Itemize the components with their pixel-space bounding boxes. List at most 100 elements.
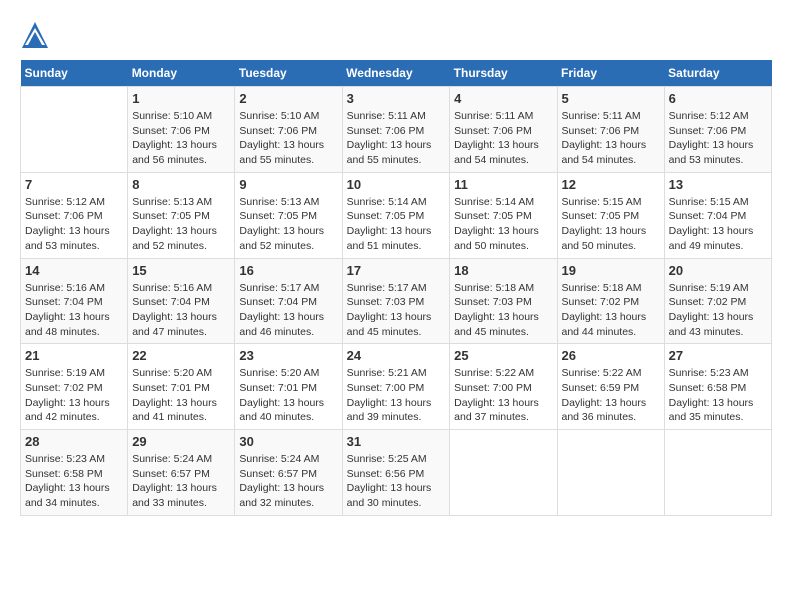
day-info: Sunrise: 5:10 AM Sunset: 7:06 PM Dayligh… — [132, 109, 230, 168]
calendar-cell: 13Sunrise: 5:15 AM Sunset: 7:04 PM Dayli… — [664, 172, 771, 258]
day-number: 26 — [562, 348, 660, 363]
day-info: Sunrise: 5:19 AM Sunset: 7:02 PM Dayligh… — [25, 366, 123, 425]
calendar-cell: 2 Sunrise: 5:10 AM Sunset: 7:06 PM Daylig… — [235, 87, 342, 173]
day-number: 8 — [132, 177, 230, 192]
day-number: 1 — [132, 91, 230, 106]
day-number: 15 — [132, 263, 230, 278]
calendar-table: SundayMondayTuesdayWednesdayThursdayFrid… — [20, 60, 772, 516]
calendar-cell: 19 Sunrise: 5:18 AM Sunset: 7:02 PM Dayli… — [557, 258, 664, 344]
day-of-week-wednesday: Wednesday — [342, 60, 450, 87]
day-info: Sunrise: 5:11 AM Sunset: 7:06 PM Dayligh… — [454, 109, 552, 168]
calendar-cell: 20 Sunrise: 5:19 AM Sunset: 7:02 PM Dayli… — [664, 258, 771, 344]
day-info: Sunrise: 5:14 AM Sunset: 7:05 PM Dayligh… — [454, 195, 552, 254]
calendar-cell: 30Sunrise: 5:24 AM Sunset: 6:57 PM Dayli… — [235, 430, 342, 516]
calendar-cell — [21, 87, 128, 173]
day-number: 2 — [239, 91, 337, 106]
calendar-cell: 3 Sunrise: 5:11 AM Sunset: 7:06 PM Daylig… — [342, 87, 450, 173]
day-number: 28 — [25, 434, 123, 449]
day-number: 18 — [454, 263, 552, 278]
calendar-cell: 29Sunrise: 5:24 AM Sunset: 6:57 PM Dayli… — [128, 430, 235, 516]
calendar-cell: 15 Sunrise: 5:16 AM Sunset: 7:04 PM Dayli… — [128, 258, 235, 344]
day-number: 13 — [669, 177, 767, 192]
day-info: Sunrise: 5:20 AM Sunset: 7:01 PM Dayligh… — [132, 366, 230, 425]
calendar-cell: 23 Sunrise: 5:20 AM Sunset: 7:01 PM Dayli… — [235, 344, 342, 430]
day-number: 24 — [347, 348, 446, 363]
day-info: Sunrise: 5:16 AM Sunset: 7:04 PM Dayligh… — [25, 281, 123, 340]
calendar-cell — [450, 430, 557, 516]
day-info: Sunrise: 5:21 AM Sunset: 7:00 PM Dayligh… — [347, 366, 446, 425]
day-number: 12 — [562, 177, 660, 192]
page-header — [20, 20, 772, 50]
day-number: 17 — [347, 263, 446, 278]
day-number: 21 — [25, 348, 123, 363]
day-info: Sunrise: 5:14 AM Sunset: 7:05 PM Dayligh… — [347, 195, 446, 254]
day-info: Sunrise: 5:15 AM Sunset: 7:05 PM Dayligh… — [562, 195, 660, 254]
day-of-week-saturday: Saturday — [664, 60, 771, 87]
calendar-cell: 27Sunrise: 5:23 AM Sunset: 6:58 PM Dayli… — [664, 344, 771, 430]
day-info: Sunrise: 5:22 AM Sunset: 7:00 PM Dayligh… — [454, 366, 552, 425]
day-info: Sunrise: 5:19 AM Sunset: 7:02 PM Dayligh… — [669, 281, 767, 340]
calendar-cell: 31 Sunrise: 5:25 AM Sunset: 6:56 PM Dayli… — [342, 430, 450, 516]
day-of-week-friday: Friday — [557, 60, 664, 87]
day-info: Sunrise: 5:18 AM Sunset: 7:02 PM Dayligh… — [562, 281, 660, 340]
day-number: 20 — [669, 263, 767, 278]
day-number: 29 — [132, 434, 230, 449]
day-number: 22 — [132, 348, 230, 363]
calendar-cell: 25 Sunrise: 5:22 AM Sunset: 7:00 PM Dayli… — [450, 344, 557, 430]
day-number: 14 — [25, 263, 123, 278]
calendar-cell: 1 Sunrise: 5:10 AM Sunset: 7:06 PM Daylig… — [128, 87, 235, 173]
calendar-cell: 7Sunrise: 5:12 AM Sunset: 7:06 PM Daylig… — [21, 172, 128, 258]
calendar-cell: 12 Sunrise: 5:15 AM Sunset: 7:05 PM Dayli… — [557, 172, 664, 258]
day-info: Sunrise: 5:13 AM Sunset: 7:05 PM Dayligh… — [239, 195, 337, 254]
calendar-week-row: 1 Sunrise: 5:10 AM Sunset: 7:06 PM Daylig… — [21, 87, 772, 173]
day-info: Sunrise: 5:12 AM Sunset: 7:06 PM Dayligh… — [25, 195, 123, 254]
calendar-cell: 24 Sunrise: 5:21 AM Sunset: 7:00 PM Dayli… — [342, 344, 450, 430]
day-info: Sunrise: 5:25 AM Sunset: 6:56 PM Dayligh… — [347, 452, 446, 511]
day-info: Sunrise: 5:20 AM Sunset: 7:01 PM Dayligh… — [239, 366, 337, 425]
day-number: 16 — [239, 263, 337, 278]
day-of-week-monday: Monday — [128, 60, 235, 87]
day-number: 5 — [562, 91, 660, 106]
calendar-week-row: 14 Sunrise: 5:16 AM Sunset: 7:04 PM Dayli… — [21, 258, 772, 344]
day-info: Sunrise: 5:22 AM Sunset: 6:59 PM Dayligh… — [562, 366, 660, 425]
day-number: 19 — [562, 263, 660, 278]
calendar-cell: 28 Sunrise: 5:23 AM Sunset: 6:58 PM Dayli… — [21, 430, 128, 516]
calendar-cell: 18 Sunrise: 5:18 AM Sunset: 7:03 PM Dayli… — [450, 258, 557, 344]
calendar-cell: 5Sunrise: 5:11 AM Sunset: 7:06 PM Daylig… — [557, 87, 664, 173]
calendar-cell: 10Sunrise: 5:14 AM Sunset: 7:05 PM Dayli… — [342, 172, 450, 258]
day-info: Sunrise: 5:16 AM Sunset: 7:04 PM Dayligh… — [132, 281, 230, 340]
calendar-cell: 9 Sunrise: 5:13 AM Sunset: 7:05 PM Daylig… — [235, 172, 342, 258]
day-number: 11 — [454, 177, 552, 192]
day-info: Sunrise: 5:18 AM Sunset: 7:03 PM Dayligh… — [454, 281, 552, 340]
day-info: Sunrise: 5:10 AM Sunset: 7:06 PM Dayligh… — [239, 109, 337, 168]
day-number: 31 — [347, 434, 446, 449]
day-info: Sunrise: 5:11 AM Sunset: 7:06 PM Dayligh… — [347, 109, 446, 168]
calendar-cell: 6Sunrise: 5:12 AM Sunset: 7:06 PM Daylig… — [664, 87, 771, 173]
calendar-cell: 11 Sunrise: 5:14 AM Sunset: 7:05 PM Dayli… — [450, 172, 557, 258]
logo-icon — [20, 20, 50, 50]
day-info: Sunrise: 5:17 AM Sunset: 7:03 PM Dayligh… — [347, 281, 446, 340]
calendar-cell: 14 Sunrise: 5:16 AM Sunset: 7:04 PM Dayli… — [21, 258, 128, 344]
day-of-week-thursday: Thursday — [450, 60, 557, 87]
calendar-week-row: 28 Sunrise: 5:23 AM Sunset: 6:58 PM Dayli… — [21, 430, 772, 516]
calendar-cell: 17 Sunrise: 5:17 AM Sunset: 7:03 PM Dayli… — [342, 258, 450, 344]
calendar-week-row: 21 Sunrise: 5:19 AM Sunset: 7:02 PM Dayli… — [21, 344, 772, 430]
day-number: 3 — [347, 91, 446, 106]
day-number: 23 — [239, 348, 337, 363]
calendar-cell: 4Sunrise: 5:11 AM Sunset: 7:06 PM Daylig… — [450, 87, 557, 173]
day-number: 25 — [454, 348, 552, 363]
calendar-week-row: 7Sunrise: 5:12 AM Sunset: 7:06 PM Daylig… — [21, 172, 772, 258]
calendar-cell — [557, 430, 664, 516]
calendar-cell: 26 Sunrise: 5:22 AM Sunset: 6:59 PM Dayli… — [557, 344, 664, 430]
day-info: Sunrise: 5:12 AM Sunset: 7:06 PM Dayligh… — [669, 109, 767, 168]
calendar-cell — [664, 430, 771, 516]
calendar-cell: 8Sunrise: 5:13 AM Sunset: 7:05 PM Daylig… — [128, 172, 235, 258]
calendar-cell: 22 Sunrise: 5:20 AM Sunset: 7:01 PM Dayli… — [128, 344, 235, 430]
day-info: Sunrise: 5:23 AM Sunset: 6:58 PM Dayligh… — [25, 452, 123, 511]
day-number: 9 — [239, 177, 337, 192]
day-of-week-sunday: Sunday — [21, 60, 128, 87]
day-of-week-tuesday: Tuesday — [235, 60, 342, 87]
calendar-cell: 21 Sunrise: 5:19 AM Sunset: 7:02 PM Dayli… — [21, 344, 128, 430]
day-info: Sunrise: 5:17 AM Sunset: 7:04 PM Dayligh… — [239, 281, 337, 340]
day-info: Sunrise: 5:23 AM Sunset: 6:58 PM Dayligh… — [669, 366, 767, 425]
